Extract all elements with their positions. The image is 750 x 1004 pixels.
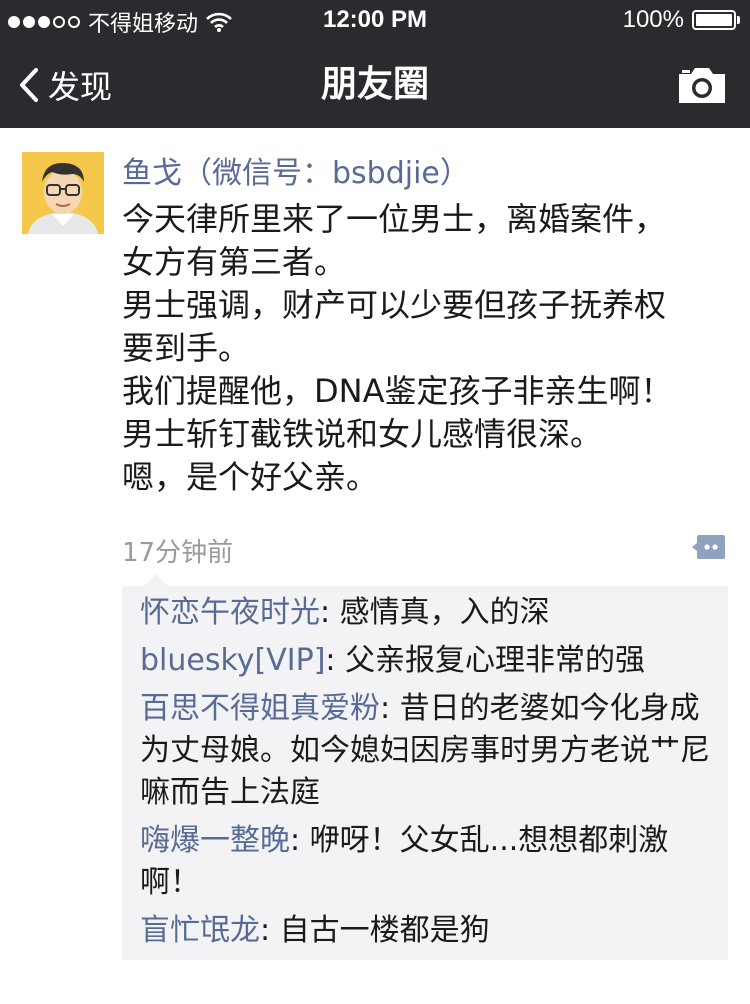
battery-icon xyxy=(692,10,740,30)
page-title: 朋友圈 xyxy=(320,64,429,105)
post-line: 我们提醒他，DNA鉴定孩子非亲生啊！ xyxy=(122,372,673,410)
comment-author[interactable]: 怀恋午夜时光 xyxy=(140,595,320,630)
post-line: 今天律所里来了一位男士，离婚案件， xyxy=(122,200,667,238)
battery-percent: 100% xyxy=(622,6,684,33)
comment-item[interactable]: 盲忙氓龙: 自古一楼都是狗 xyxy=(140,910,716,952)
comment-separator: : xyxy=(260,913,280,948)
comment-separator: : xyxy=(380,691,400,726)
camera-icon[interactable] xyxy=(676,64,728,106)
comments-arrow xyxy=(144,574,168,586)
comment-author[interactable]: 百思不得姐真爱粉 xyxy=(140,691,380,726)
post-line: 男士强调，财产可以少要但孩子抚养权 xyxy=(122,286,667,324)
avatar[interactable] xyxy=(22,152,104,234)
comment-item[interactable]: 百思不得姐真爱粉: 昔日的老婆如今化身成为丈母娘。如今媳妇因房事时男方老说艹尼嘛… xyxy=(140,688,716,814)
comment-author[interactable]: 盲忙氓龙 xyxy=(140,913,260,948)
comment-item[interactable]: 嗨爆一整晚: 咿呀！父女乱...想想都刺激啊！ xyxy=(140,820,716,904)
post-line: 男士斩钉截铁说和女儿感情很深。 xyxy=(122,415,603,453)
comment-separator: : xyxy=(290,823,310,858)
post-line: 要到手。 xyxy=(122,329,251,367)
moment-post: 鱼戈（微信号：bsbdjie） 今天律所里来了一位男士，离婚案件， 女方有第三者… xyxy=(0,128,750,1004)
post-text: 今天律所里来了一位男士，离婚案件， 女方有第三者。 男士强调，财产可以少要但孩子… xyxy=(122,198,722,499)
author-name[interactable]: 鱼戈（微信号：bsbdjie） xyxy=(122,148,470,192)
status-right: 100% xyxy=(622,6,740,34)
post-line: 女方有第三者。 xyxy=(122,243,347,281)
comment-item[interactable]: 怀恋午夜时光: 感情真，入的深 xyxy=(140,592,716,634)
comment-separator: : xyxy=(325,643,346,678)
comment-separator: : xyxy=(320,595,340,630)
comments-section: 怀恋午夜时光: 感情真，入的深 bluesky[VIP]: 父亲报复心理非常的强… xyxy=(122,574,728,960)
comment-text: 自古一楼都是狗 xyxy=(279,913,490,948)
top-bar: 不得姐移动 12:00 PM 100% 发现 朋友圈 xyxy=(0,0,750,128)
comments-list: 怀恋午夜时光: 感情真，入的深 bluesky[VIP]: 父亲报复心理非常的强… xyxy=(140,592,716,958)
post-timestamp: 17分钟前 xyxy=(122,538,234,568)
comment-text: 父亲报复心理非常的强 xyxy=(345,643,646,678)
status-bar: 不得姐移动 12:00 PM 100% xyxy=(0,0,750,40)
comment-author[interactable]: 嗨爆一整晚 xyxy=(140,823,290,858)
comment-text: 感情真，入的深 xyxy=(339,595,550,630)
comment-author[interactable]: bluesky[VIP] xyxy=(140,643,325,678)
post-line: 嗯，是个好父亲。 xyxy=(122,458,379,496)
comment-bubble-icon[interactable] xyxy=(692,534,726,560)
comment-item[interactable]: bluesky[VIP]: 父亲报复心理非常的强 xyxy=(140,640,716,682)
